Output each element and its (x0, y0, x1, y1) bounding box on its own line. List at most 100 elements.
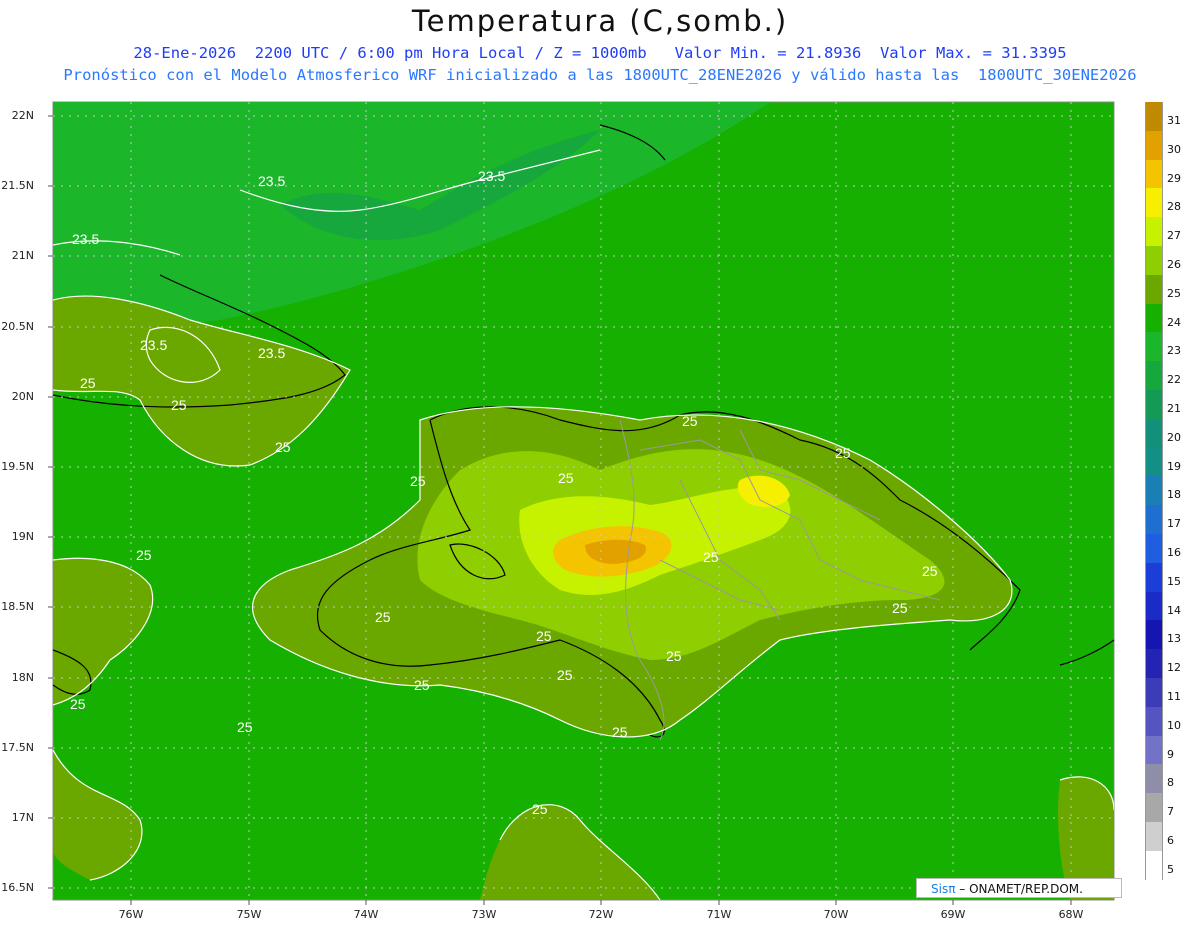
colorbar-swatch (1145, 188, 1163, 218)
colorbar-label: 7 (1167, 805, 1174, 819)
contour-label: 25 (171, 397, 187, 413)
colorbar-label: 8 (1167, 776, 1174, 790)
colorbar-label: 27 (1167, 229, 1181, 243)
contour-label: 25 (80, 375, 96, 391)
x-tick-label: 75W (236, 908, 262, 921)
contour-label: 25 (532, 801, 548, 817)
colorbar-swatch (1145, 735, 1163, 765)
contour-label: 25 (536, 628, 552, 644)
x-tick-label: 73W (471, 908, 497, 921)
contour-label: 25 (892, 600, 908, 616)
colorbar-swatch (1145, 505, 1163, 534)
x-tick-label: 70W (823, 908, 849, 921)
map-panel: 23.5 23.5 23.5 23.5 23.5 25 25 25 25 25 … (48, 101, 1115, 905)
colorbar-swatch (1145, 534, 1163, 563)
colorbar-label: 31 (1167, 114, 1181, 127)
colorbar-swatch (1145, 447, 1163, 477)
colorbar-label: 12 (1167, 661, 1181, 675)
y-tick-label: 20.5N (1, 320, 34, 333)
y-tick-label: 18.5N (1, 600, 34, 613)
colorbar-label: 13 (1167, 632, 1181, 646)
colorbar-label: 5 (1167, 862, 1174, 876)
y-tick-label: 21.5N (1, 179, 34, 192)
contour-label: 25 (410, 473, 426, 489)
colorbar-label: 23 (1167, 344, 1181, 358)
colorbar-label: 14 (1167, 603, 1181, 617)
contour-label: 25 (414, 677, 430, 693)
colorbar-label: 18 (1167, 488, 1181, 502)
colorbar-label: 17 (1167, 517, 1181, 531)
colorbar-swatch (1145, 793, 1163, 822)
y-tick-label: 19.5N (1, 460, 34, 473)
colorbar-label: 15 (1167, 574, 1181, 588)
y-tick-label: 18N (11, 671, 34, 684)
colorbar-label: 6 (1167, 834, 1174, 847)
x-tick-label: 71W (706, 908, 732, 921)
y-tick-label: 16.5N (1, 881, 34, 894)
colorbar-swatch (1145, 822, 1163, 851)
y-tick-label: 19N (11, 530, 34, 543)
contour-label: 25 (835, 445, 851, 461)
credit-box: Sisπ – ONAMET/REP.DOM. (916, 878, 1122, 898)
contour-label: 25 (612, 724, 628, 740)
colorbar-swatch (1145, 620, 1163, 650)
colorbar-label: 25 (1167, 286, 1181, 300)
x-tick-label: 76W (118, 908, 144, 921)
colorbar-label: 22 (1167, 373, 1181, 387)
contour-label: 25 (666, 648, 682, 664)
colorbar-swatch (1145, 562, 1163, 592)
colorbar-label: 19 (1167, 459, 1181, 473)
contour-label: 25 (136, 547, 152, 563)
colorbar-label: 11 (1167, 690, 1181, 703)
colorbar-label: 16 (1167, 546, 1181, 559)
colorbar-swatch (1145, 303, 1163, 333)
y-tick-label: 17N (11, 811, 34, 824)
y-tick-label: 21N (11, 249, 34, 262)
colorbar-label: 29 (1167, 171, 1181, 185)
contour-label: 25 (558, 470, 574, 486)
colorbar-swatch (1145, 390, 1163, 419)
colorbar-swatch (1145, 591, 1163, 621)
contour-label: 23.5 (72, 231, 99, 247)
contour-label: 25 (682, 413, 698, 429)
colorbar-swatch (1145, 361, 1163, 390)
x-tick-label: 68W (1058, 908, 1084, 921)
credit-brand: Sisπ (931, 882, 956, 896)
colorbar-label: 9 (1167, 747, 1174, 761)
colorbar-swatch (1145, 217, 1163, 246)
contour-label: 25 (375, 609, 391, 625)
contour-label: 23.5 (478, 168, 505, 184)
colorbar-label: 26 (1167, 258, 1181, 271)
colorbar-swatch (1145, 418, 1163, 448)
colorbar-swatch (1145, 706, 1163, 736)
colorbar-label: 20 (1167, 430, 1181, 444)
colorbar-swatch (1145, 130, 1163, 160)
x-tick-label: 74W (353, 908, 379, 921)
colorbar-swatch (1145, 332, 1163, 362)
x-tick-label: 72W (588, 908, 614, 921)
contour-label: 23.5 (258, 173, 285, 189)
credit-text: – ONAMET/REP.DOM. (959, 882, 1083, 896)
contour-label: 25 (70, 696, 86, 712)
colorbar-swatch (1145, 476, 1163, 506)
contour-label: 25 (275, 439, 291, 455)
colorbar-swatch (1145, 649, 1163, 678)
contour-label: 23.5 (140, 337, 167, 353)
colorbar-swatch (1145, 274, 1163, 304)
colorbar-swatch (1145, 246, 1163, 275)
colorbar-swatch (1145, 102, 1163, 131)
colorbar-label: 24 (1167, 315, 1181, 329)
y-tick-label: 17.5N (1, 741, 34, 754)
x-tick-label: 69W (940, 908, 966, 921)
contour-label: 25 (557, 667, 573, 683)
contour-label: 25 (703, 549, 719, 565)
colorbar-swatch (1145, 159, 1163, 189)
y-tick-label: 20N (11, 390, 34, 403)
colorbar-swatch (1145, 850, 1163, 880)
colorbar-swatch (1145, 764, 1163, 794)
colorbar-label: 30 (1167, 142, 1181, 156)
contour-label: 23.5 (258, 345, 285, 361)
y-tick-label: 22N (11, 109, 34, 122)
colorbar-label: 10 (1167, 718, 1181, 732)
contour-label: 25 (922, 563, 938, 579)
